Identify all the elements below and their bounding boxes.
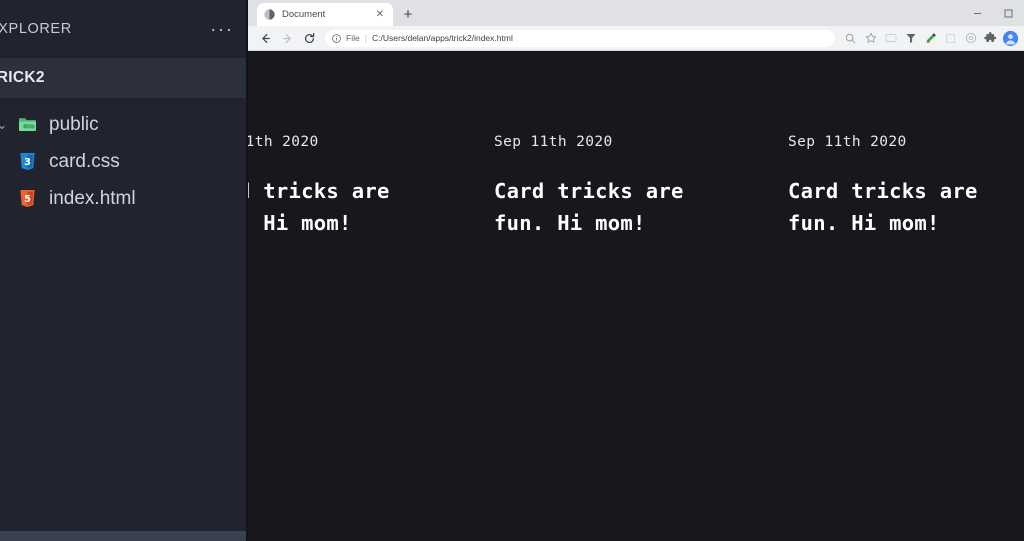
card-list: Sep 11th 2020 Card tricks are fun. Hi mo…	[248, 52, 1024, 240]
globe-icon	[263, 8, 276, 21]
search-icon[interactable]	[841, 29, 860, 48]
extensions-puzzle-icon[interactable]	[981, 29, 1000, 48]
tree-indent-spacer: .	[0, 154, 12, 169]
card-item: Sep 11th 2020 Card tricks are fun. Hi mo…	[668, 52, 977, 240]
card-date: Sep 11th 2020	[248, 134, 319, 150]
more-actions-icon[interactable]: ...	[211, 16, 234, 36]
highlighter-pen-icon[interactable]	[921, 29, 940, 48]
omnibox-scheme: File	[346, 33, 360, 43]
workspace-name: TRICK2	[0, 69, 45, 86]
back-button[interactable]	[254, 27, 276, 49]
browser-window: Document ✕ + File | C:/Users/delan/apps/…	[248, 0, 1024, 541]
card-item: Sep 11th 2020 Card tricks are fun. Hi mo…	[248, 52, 389, 240]
svg-text:5: 5	[24, 194, 31, 205]
new-tab-button[interactable]: +	[397, 3, 419, 25]
square-icon[interactable]	[941, 29, 960, 48]
css3-file-icon: 3	[12, 152, 42, 171]
omnibox-separator: |	[364, 33, 368, 43]
card-item: Sep 11th 2020 Card tricks are fun. Hi mo…	[962, 52, 1024, 240]
info-circle-icon[interactable]	[332, 33, 341, 43]
file-tree: ⌄ public .	[0, 98, 248, 217]
maximize-button[interactable]	[993, 0, 1024, 26]
user-avatar-icon[interactable]	[1003, 30, 1018, 46]
browser-tab-strip: Document ✕ +	[248, 0, 1024, 26]
card-date: Sep 11th 2020	[494, 134, 613, 150]
folder-icon	[12, 116, 42, 133]
close-icon[interactable]: ✕	[373, 9, 387, 20]
card-date: Sep 11th 2020	[788, 134, 907, 150]
tree-item-label: public	[49, 113, 99, 135]
filter-funnel-icon[interactable]	[901, 29, 920, 48]
toolbar-icon-group	[841, 29, 1018, 48]
window-controls	[962, 0, 1024, 26]
forward-button[interactable]	[276, 27, 298, 49]
page-viewport: Sep 11th 2020 Card tricks are fun. Hi mo…	[248, 52, 1024, 541]
explorer-title: EXPLORER	[0, 21, 72, 37]
screen-root: EXPLORER ... TRICK2 ⌄ public	[0, 0, 1024, 541]
shield-circle-icon[interactable]	[961, 29, 980, 48]
tree-item-card-css[interactable]: . 3 card.css	[0, 143, 248, 180]
tree-item-label: card.css	[49, 150, 120, 172]
vscode-window: EXPLORER ... TRICK2 ⌄ public	[0, 0, 248, 541]
minimize-button[interactable]	[962, 0, 993, 26]
address-bar[interactable]: File | C:/Users/delan/apps/trick2/index.…	[325, 29, 835, 47]
cast-icon[interactable]	[881, 29, 900, 48]
browser-toolbar: File | C:/Users/delan/apps/trick2/index.…	[248, 26, 1024, 51]
browser-tab-title: Document	[282, 9, 326, 20]
tree-item-public[interactable]: ⌄ public	[0, 106, 248, 143]
vscode-status-bar[interactable]	[0, 531, 248, 541]
card-item: Sep 11th 2020 Card tricks are fun. Hi mo…	[374, 52, 683, 240]
browser-tab-document[interactable]: Document ✕	[257, 3, 393, 26]
tree-indent-spacer: .	[0, 191, 12, 206]
reload-button[interactable]	[298, 27, 320, 49]
tree-item-index-html[interactable]: . 5 index.html	[0, 180, 248, 217]
svg-text:3: 3	[24, 157, 31, 168]
workspace-root-row[interactable]: TRICK2	[0, 58, 248, 98]
html5-file-icon: 5	[12, 189, 42, 208]
tree-item-label: index.html	[49, 187, 136, 209]
bookmark-star-icon[interactable]	[861, 29, 880, 48]
chevron-down-icon[interactable]: ⌄	[0, 117, 12, 133]
explorer-header: EXPLORER ...	[0, 0, 248, 58]
omnibox-url: C:/Users/delan/apps/trick2/index.html	[372, 33, 513, 43]
